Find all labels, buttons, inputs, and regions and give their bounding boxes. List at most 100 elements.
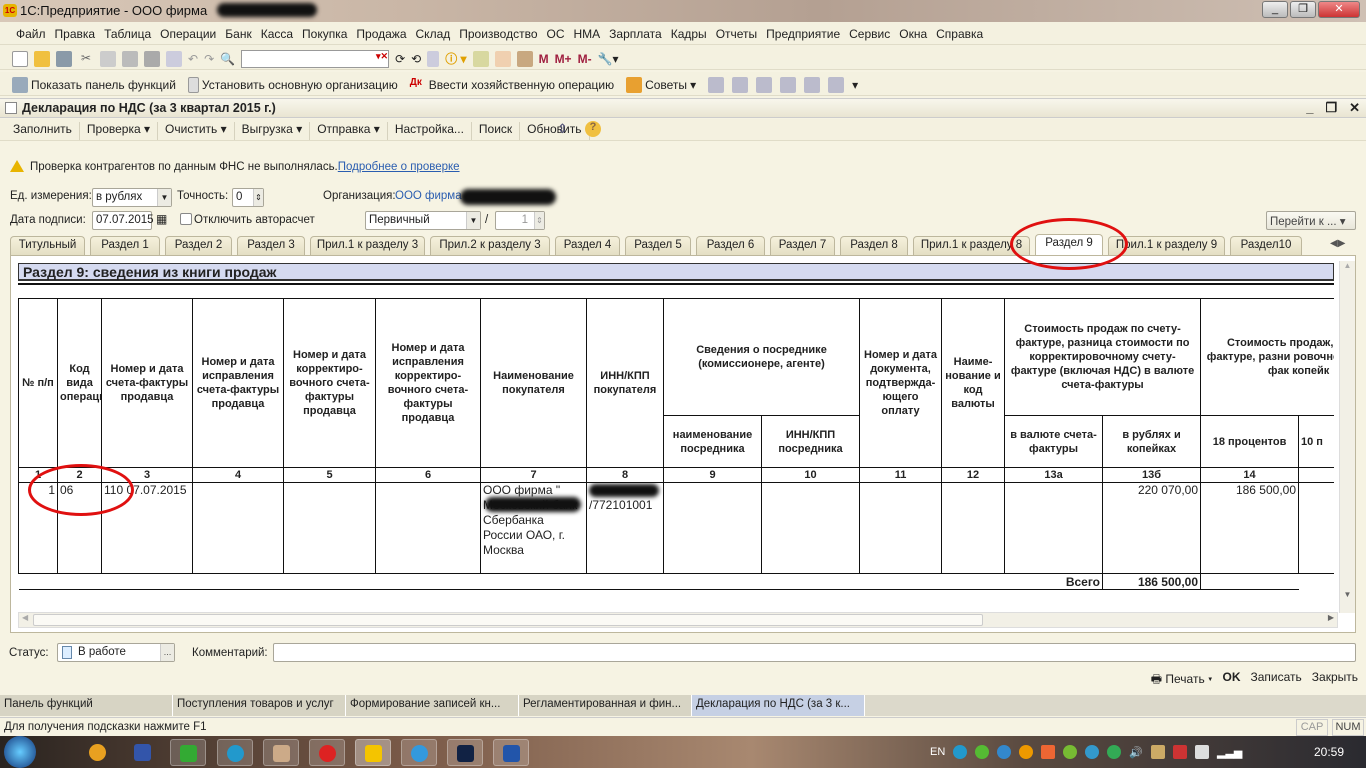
- cell-4[interactable]: [192, 482, 284, 574]
- menu-item[interactable]: Производство: [459, 27, 537, 44]
- set-main-org-button[interactable]: Установить основную организацию: [187, 77, 398, 93]
- preview-icon[interactable]: [166, 50, 182, 67]
- cell-10[interactable]: [760, 482, 861, 574]
- doc-action-button[interactable]: Настройка...: [388, 122, 472, 140]
- memory-minus-button[interactable]: M-: [578, 52, 592, 66]
- calculator-icon[interactable]: [472, 50, 489, 67]
- doc-action-button[interactable]: Отправка ▾: [310, 122, 388, 140]
- window-tab[interactable]: Декларация по НДС (за 3 к...: [692, 695, 865, 716]
- cell-inn[interactable]: /772101001: [586, 482, 664, 574]
- users-icon[interactable]: [516, 50, 533, 67]
- search-input[interactable]: ▾✕: [241, 49, 390, 68]
- comment-input[interactable]: [273, 643, 1356, 662]
- find-next-icon[interactable]: ⟳: [395, 52, 405, 66]
- menu-item[interactable]: Правка: [55, 27, 96, 44]
- floppy-icon[interactable]: [134, 744, 151, 761]
- doc-action-button[interactable]: Поиск: [472, 122, 521, 140]
- check-details-link[interactable]: Подробнее о проверке: [338, 161, 460, 173]
- ok-button[interactable]: OK: [1223, 670, 1241, 692]
- tab[interactable]: Раздел 6: [696, 236, 765, 255]
- close-button[interactable]: ✕: [1318, 1, 1360, 18]
- new-icon[interactable]: [12, 50, 28, 67]
- tab[interactable]: Титульный: [10, 236, 85, 255]
- doc-action-button[interactable]: Заполнить: [6, 122, 80, 140]
- agent-icon[interactable]: [180, 745, 197, 762]
- language-indicator[interactable]: EN: [930, 746, 945, 758]
- tips-button[interactable]: Советы ▾: [626, 77, 696, 93]
- unit-select[interactable]: в рублях ▼: [92, 188, 172, 207]
- doc-close-button[interactable]: ✕: [1349, 100, 1360, 116]
- cut-icon[interactable]: ✂: [78, 51, 94, 67]
- tab[interactable]: Раздел 8: [840, 236, 908, 255]
- tab[interactable]: Раздел 2: [165, 236, 232, 255]
- clear-icon[interactable]: ▾✕: [376, 51, 388, 62]
- menu-item[interactable]: НМА: [574, 27, 601, 44]
- doc-action-button[interactable]: Выгрузка ▾: [235, 122, 311, 140]
- menu-item[interactable]: Таблица: [104, 27, 151, 44]
- 1c-icon[interactable]: [365, 745, 382, 762]
- window-tab[interactable]: Поступления товаров и услуг: [173, 695, 346, 716]
- cell-14[interactable]: 186 500,00: [1200, 482, 1300, 574]
- app-icon[interactable]: [89, 744, 106, 761]
- org-value[interactable]: ООО фирма: [395, 190, 462, 202]
- menu-item[interactable]: Касса: [261, 27, 293, 44]
- open-icon[interactable]: [34, 50, 50, 67]
- menu-item[interactable]: Предприятие: [766, 27, 840, 44]
- menu-item[interactable]: Справка: [936, 27, 983, 44]
- correction-number-field[interactable]: 1 ⇕: [495, 211, 545, 230]
- menu-item[interactable]: Покупка: [302, 27, 347, 44]
- save-button[interactable]: Записать: [1251, 670, 1302, 692]
- precision-stepper[interactable]: 0 ⇕: [232, 188, 264, 207]
- tab[interactable]: Прил.2 к разделу 3: [430, 236, 550, 255]
- clock[interactable]: 20:59: [1314, 745, 1344, 759]
- sign-date-field[interactable]: 07.07.2015: [92, 211, 154, 230]
- explorer-icon[interactable]: [273, 745, 290, 762]
- goto-button[interactable]: Перейти к ... ▾: [1266, 211, 1356, 230]
- tab[interactable]: Раздел10: [1230, 236, 1302, 255]
- menu-item[interactable]: Файл: [16, 27, 46, 44]
- doc-action-button[interactable]: Обновить: [520, 122, 590, 140]
- tab[interactable]: Раздел 3: [237, 236, 305, 255]
- opera-icon[interactable]: [319, 745, 336, 762]
- calendar-icon[interactable]: ▦: [156, 212, 167, 226]
- menu-item[interactable]: Операции: [160, 27, 216, 44]
- status-field[interactable]: В работе…: [57, 643, 175, 662]
- tabs-scroll-arrows[interactable]: ◀▶: [1330, 238, 1345, 249]
- copy-icon[interactable]: [100, 50, 116, 67]
- cell-9[interactable]: [663, 482, 762, 574]
- report-type-select[interactable]: Первичный ▼: [365, 211, 481, 230]
- cell-5[interactable]: [283, 482, 376, 574]
- tab[interactable]: Раздел 5: [625, 236, 691, 255]
- start-button[interactable]: [4, 736, 36, 768]
- cell-15[interactable]: [1298, 482, 1334, 574]
- memory-button[interactable]: M: [539, 52, 549, 66]
- minimize-button[interactable]: _: [1262, 1, 1288, 18]
- doc-action-button[interactable]: Очистить ▾: [158, 122, 235, 140]
- photoshop-icon[interactable]: [457, 745, 474, 762]
- table-row[interactable]: 1 06 110 07.07.2015 ООО фирма " Московск…: [18, 482, 1334, 574]
- show-functions-panel-button[interactable]: Показать панель функций: [12, 77, 176, 93]
- tools-icon[interactable]: 🔧▾: [598, 52, 619, 66]
- calendar-icon[interactable]: [494, 50, 511, 67]
- tab[interactable]: Прил.1 к разделу 3: [310, 236, 425, 255]
- doc-action-button[interactable]: Проверка ▾: [80, 122, 159, 140]
- menu-item[interactable]: Продажа: [356, 27, 406, 44]
- vertical-scrollbar[interactable]: ▲ ▼: [1339, 261, 1355, 613]
- tab[interactable]: Раздел 7: [770, 236, 835, 255]
- cell-13a[interactable]: [1004, 482, 1104, 574]
- tab[interactable]: Раздел 4: [555, 236, 620, 255]
- cell-12[interactable]: [941, 482, 1006, 574]
- doc-restore-button[interactable]: ❐: [1325, 100, 1337, 116]
- autocalc-checkbox[interactable]: [180, 213, 192, 225]
- window-tab[interactable]: Регламентированная и фин...: [519, 695, 692, 716]
- skype-icon[interactable]: [227, 745, 244, 762]
- cell-11[interactable]: [859, 482, 943, 574]
- windows-icon[interactable]: [427, 50, 440, 67]
- cell-13b[interactable]: 220 070,00: [1102, 482, 1202, 574]
- print-icon[interactable]: [144, 50, 160, 67]
- memory-plus-button[interactable]: M+: [555, 52, 572, 66]
- menu-item[interactable]: Склад: [416, 27, 451, 44]
- cell-buyer[interactable]: ООО фирма " Московский банк Сбербанка Ро…: [480, 482, 587, 574]
- redo-icon[interactable]: ↷: [204, 52, 214, 66]
- tab[interactable]: Раздел 1: [90, 236, 160, 255]
